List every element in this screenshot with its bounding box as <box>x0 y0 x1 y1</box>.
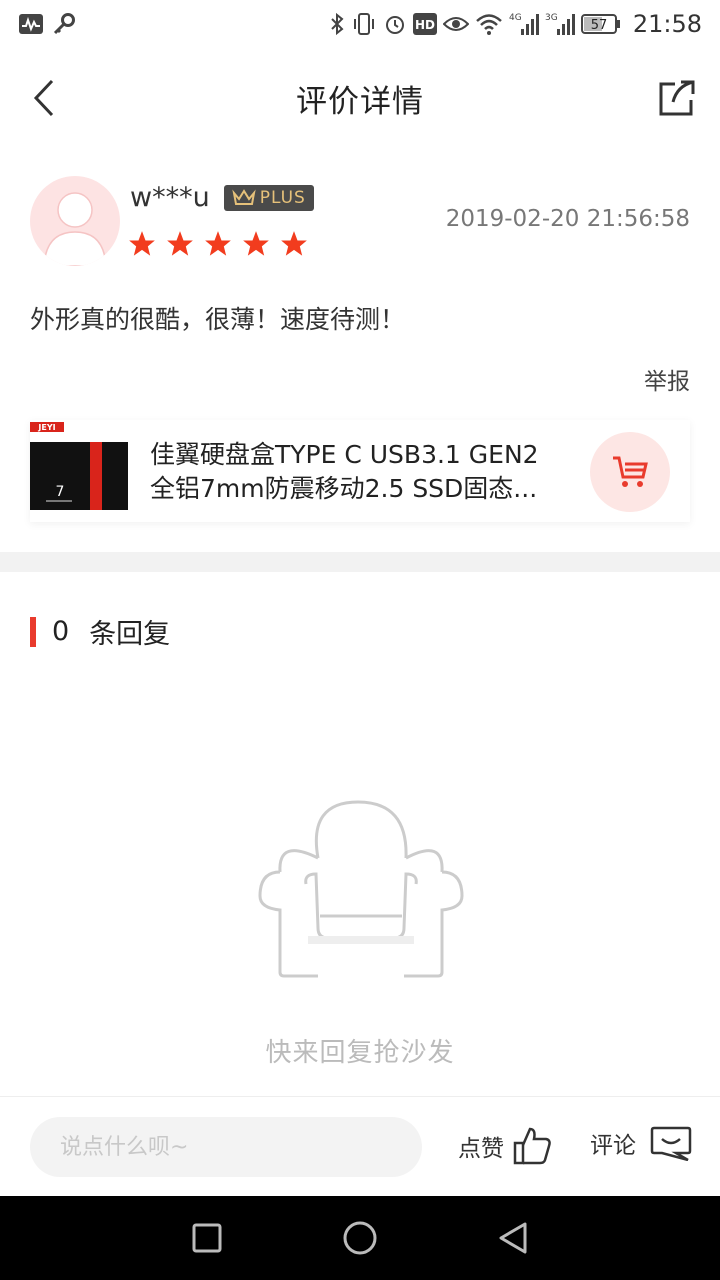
section-divider <box>0 552 720 572</box>
battery-level: 57 <box>591 18 608 33</box>
star-icon <box>281 231 307 256</box>
reply-count: 0 <box>52 616 70 647</box>
page-title: 评价详情 <box>296 83 424 120</box>
bluetooth-icon <box>329 12 345 36</box>
comment-input[interactable] <box>30 1117 422 1177</box>
star-rating <box>128 230 308 258</box>
circle-icon <box>343 1221 377 1255</box>
share-button[interactable] <box>654 74 700 122</box>
reply-header: 0 条回复 <box>30 612 170 651</box>
add-to-cart-button[interactable] <box>590 432 670 512</box>
comment-button[interactable]: 评论 <box>590 1125 692 1161</box>
comment-icon <box>650 1126 692 1161</box>
key-icon <box>52 12 76 36</box>
eye-icon <box>442 14 469 34</box>
home-button[interactable] <box>340 1218 380 1258</box>
product-name: 佳翼硬盘盒TYPE C USB3.1 GEN2 全铝7mm防震移动2.5 SSD… <box>150 438 570 506</box>
star-icon <box>205 231 231 256</box>
signal-3g-label: 3G <box>545 13 558 23</box>
status-left <box>18 12 76 36</box>
section-accent-bar <box>30 616 36 647</box>
wifi-icon <box>475 12 503 36</box>
review-timestamp: 2019-02-20 21:56:58 <box>445 206 690 232</box>
top-nav-bar: 评价详情 <box>0 48 720 148</box>
comment-label: 评论 <box>590 1133 636 1159</box>
cart-icon <box>613 456 648 487</box>
square-icon <box>192 1223 222 1253</box>
brand-tag: JEYI <box>37 423 55 432</box>
plus-badge: PLUS <box>223 184 314 211</box>
share-icon <box>659 80 695 116</box>
like-label: 点赞 <box>458 1136 504 1162</box>
default-user-icon <box>43 192 107 266</box>
hd-text: HD <box>415 18 435 32</box>
vibrate-icon <box>351 12 377 36</box>
report-link[interactable]: 举报 <box>644 362 690 396</box>
system-nav-bar <box>0 1196 720 1280</box>
star-icon <box>243 231 269 256</box>
activity-monitor-icon <box>18 13 44 35</box>
empty-state-text: 快来回复抢沙发 <box>265 1038 455 1068</box>
user-line: w***u PLUS <box>130 182 314 213</box>
triangle-back-icon <box>499 1222 527 1254</box>
star-icon <box>129 231 155 256</box>
signal-4g-icon: 4G <box>509 11 539 37</box>
avatar[interactable] <box>30 176 120 266</box>
chevron-left-icon <box>33 79 54 117</box>
status-bar: HD 4G 3G 57 21:58 <box>0 0 720 48</box>
empty-sofa-icon <box>258 800 464 978</box>
username[interactable]: w***u <box>130 182 210 213</box>
back-button[interactable] <box>24 74 64 122</box>
crown-icon <box>232 188 256 205</box>
battery-icon: 57 <box>580 13 621 35</box>
thumbs-up-icon <box>513 1127 551 1165</box>
like-button[interactable]: 点赞 <box>458 1125 554 1167</box>
product-name-line1: 佳翼硬盘盒TYPE C USB3.1 GEN2 <box>150 440 539 469</box>
svg-text:7: 7 <box>56 484 65 500</box>
system-back-button[interactable] <box>493 1218 533 1258</box>
product-thumbnail: JEYI 7 <box>30 422 128 510</box>
review-content: 外形真的很酷，很薄！速度待测！ <box>30 305 406 334</box>
clock: 21:58 <box>632 10 702 38</box>
status-right: HD 4G 3G 57 21:58 <box>329 10 702 38</box>
reply-label: 条回复 <box>89 619 171 650</box>
plus-badge-label: PLUS <box>259 187 306 208</box>
bottom-action-bar: 点赞 评论 <box>0 1096 720 1196</box>
star-icon <box>167 231 193 256</box>
product-name-line2: 全铝7mm防震移动2.5 SSD固态... <box>150 474 538 503</box>
hd-icon: HD <box>412 13 437 35</box>
signal-3g-icon: 3G <box>545 11 575 37</box>
recent-apps-button[interactable] <box>187 1218 227 1258</box>
product-card[interactable]: JEYI 7 佳翼硬盘盒TYPE C USB3.1 GEN2 全铝7mm防震移动… <box>30 420 690 522</box>
signal-4g-label: 4G <box>509 13 522 23</box>
alarm-icon <box>383 12 407 36</box>
